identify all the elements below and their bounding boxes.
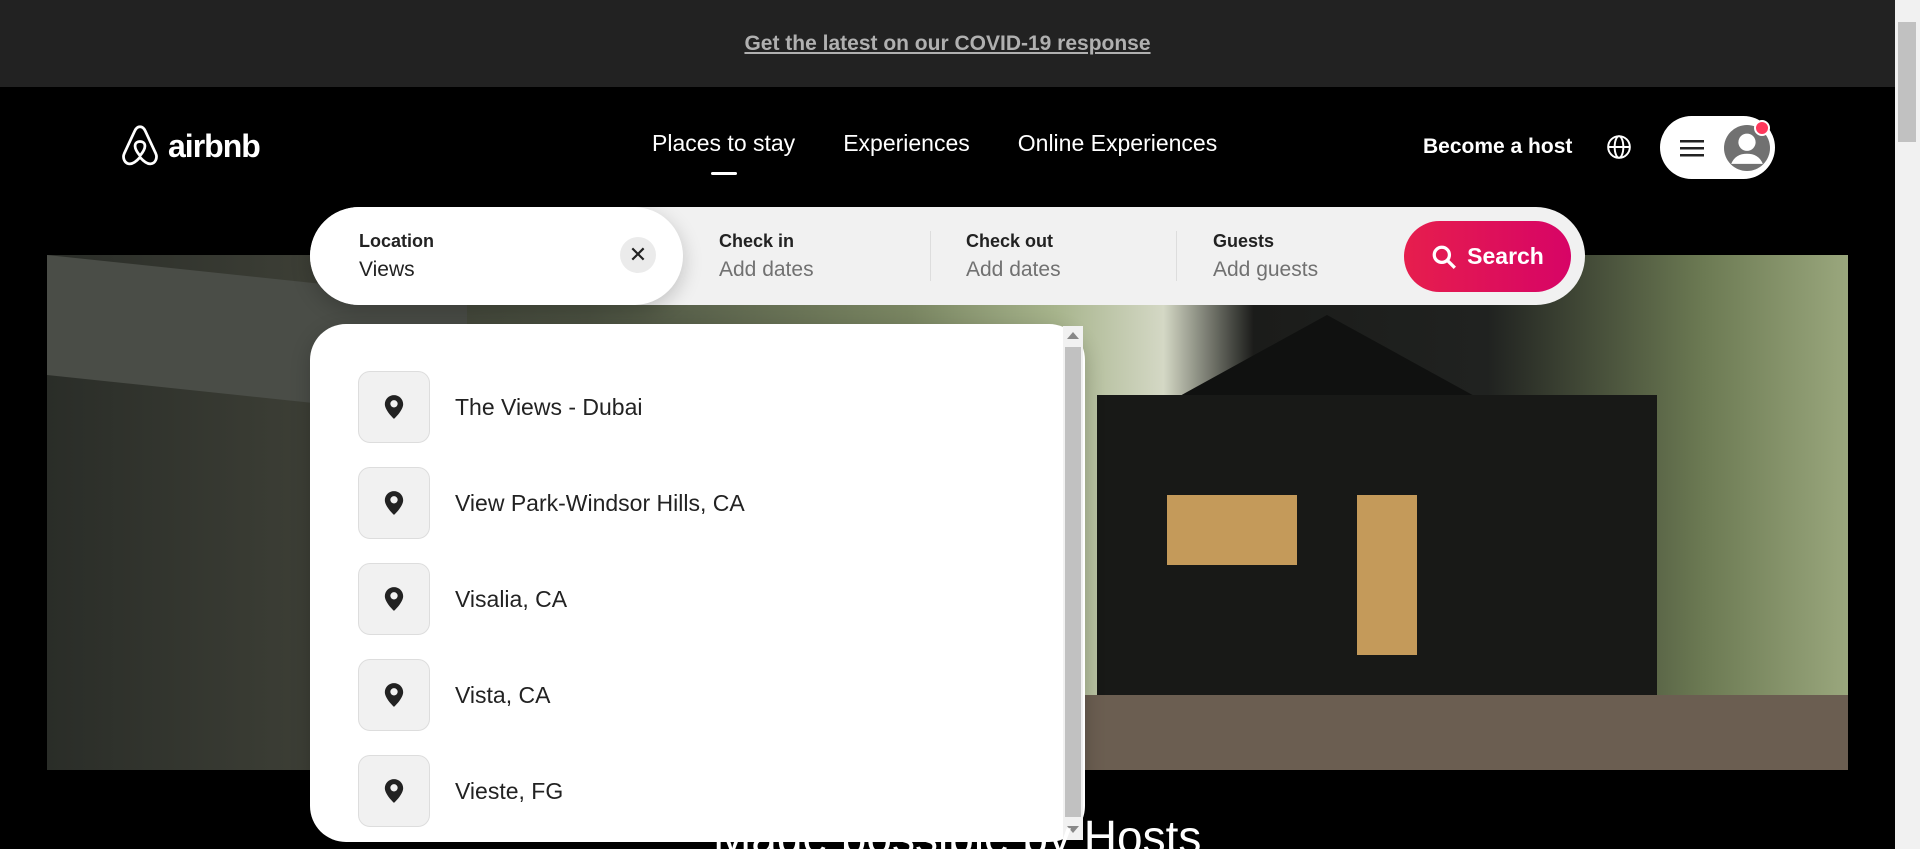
nav-places-to-stay[interactable]: Places to stay (652, 130, 795, 157)
nav-experiences[interactable]: Experiences (843, 130, 970, 157)
hamburger-menu-icon (1680, 139, 1704, 156)
location-input[interactable]: Views (359, 258, 434, 282)
become-host-link[interactable]: Become a host (1423, 135, 1572, 159)
search-bar: Location Views ✕ Check in Add dates Chec… (310, 207, 1585, 305)
guests-placeholder: Add guests (1213, 258, 1319, 281)
hero-window (1167, 495, 1297, 565)
suggestion-item[interactable]: View Park-Windsor Hills, CA (358, 467, 745, 539)
suggestion-label: Vista, CA (455, 681, 551, 708)
dropdown-scroll-thumb[interactable] (1065, 347, 1081, 817)
scroll-up-arrow-icon[interactable] (1067, 332, 1079, 339)
checkin-placeholder: Add dates (719, 258, 814, 281)
divider (1176, 231, 1177, 281)
map-pin-icon (358, 371, 430, 443)
close-icon: ✕ (628, 242, 648, 267)
checkout-label: Check out (966, 231, 1054, 251)
page-scroll-thumb[interactable] (1898, 22, 1916, 142)
language-globe-icon[interactable] (1606, 134, 1632, 165)
location-field[interactable]: Location Views ✕ (310, 207, 683, 305)
suggestion-item[interactable]: Vista, CA (358, 659, 550, 731)
map-pin-icon (358, 659, 430, 731)
suggestion-label: Visalia, CA (455, 585, 568, 612)
suggestion-label: View Park-Windsor Hills, CA (455, 489, 745, 516)
airbnb-logo[interactable]: airbnb (118, 122, 261, 170)
checkin-label: Check in (719, 231, 795, 251)
nav-online-experiences[interactable]: Online Experiences (1018, 130, 1217, 157)
covid-banner: Get the latest on our COVID-19 response (0, 0, 1895, 87)
map-pin-icon (358, 563, 430, 635)
search-button[interactable]: Search (1404, 221, 1571, 292)
logo-wordmark: airbnb (168, 127, 261, 164)
divider (930, 231, 931, 281)
covid-link[interactable]: Get the latest on our COVID-19 response (744, 32, 1150, 56)
map-pin-icon (358, 755, 430, 827)
hero-heading: Made possible by Hosts (713, 811, 1202, 849)
suggestion-item[interactable]: Vieste, FG (358, 755, 563, 827)
location-label: Location (359, 231, 434, 251)
hero-window (1357, 495, 1417, 655)
checkin-field[interactable]: Check in Add dates (719, 231, 814, 282)
suggestion-item[interactable]: Visalia, CA (358, 563, 567, 635)
checkout-field[interactable]: Check out Add dates (966, 231, 1061, 282)
map-pin-icon (358, 467, 430, 539)
airbnb-logo-icon (122, 125, 158, 166)
guests-label: Guests (1213, 231, 1275, 251)
search-icon (1432, 245, 1457, 269)
location-suggestions-dropdown: The Views - Dubai View Park-Windsor Hill… (310, 324, 1085, 842)
suggestion-label: The Views - Dubai (455, 393, 643, 420)
notification-dot (1754, 120, 1770, 136)
guests-field[interactable]: Guests Add guests (1213, 231, 1318, 282)
suggestion-label: Vieste, FG (455, 777, 564, 804)
search-button-label: Search (1467, 243, 1544, 269)
checkout-placeholder: Add dates (966, 258, 1061, 281)
hero-deck (1077, 695, 1848, 770)
suggestion-item[interactable]: The Views - Dubai (358, 371, 643, 443)
main-nav: Places to stay Experiences Online Experi… (652, 130, 1217, 157)
user-menu-button[interactable] (1660, 116, 1775, 179)
clear-location-button[interactable]: ✕ (620, 237, 656, 273)
